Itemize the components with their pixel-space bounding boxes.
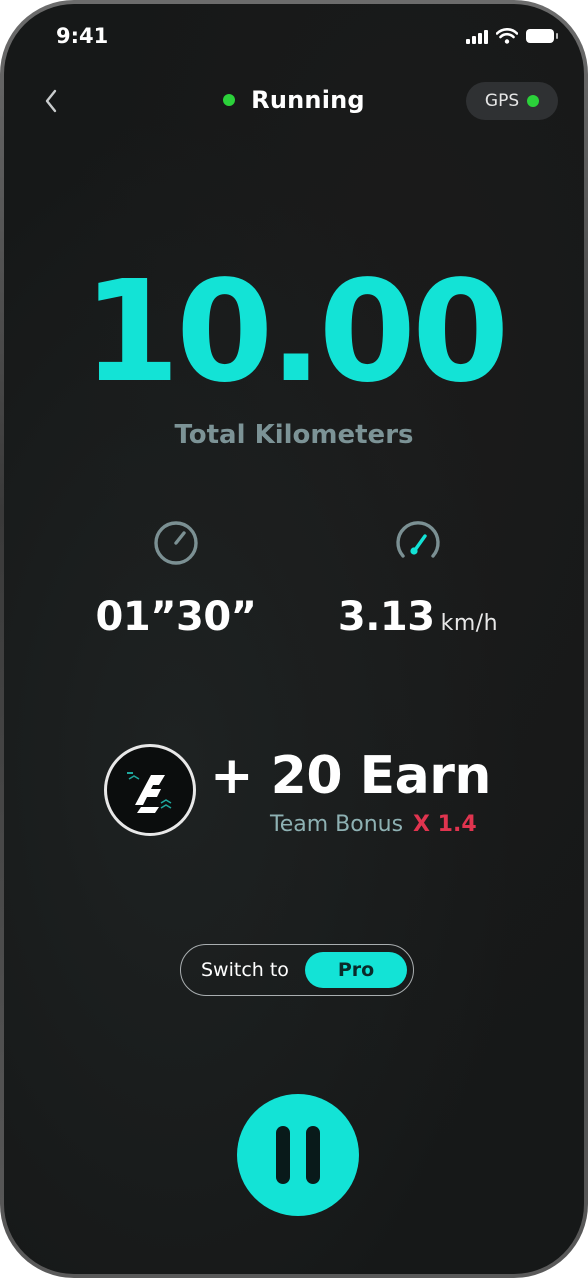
speedometer-icon [396,521,440,558]
pro-button[interactable]: Pro [305,952,407,988]
elapsed-time-value: 01”30” [95,594,257,640]
battery-icon [526,29,558,43]
phone-frame: 9:41 Running GPS 10.00 Total Kilometers … [0,0,588,1278]
switch-mode-toggle[interactable]: Switch to Pro [180,944,414,996]
team-bonus: Team Bonus X 1.4 [270,812,477,837]
team-bonus-multiplier: X 1.4 [413,812,477,837]
token-logo [104,744,196,836]
gps-status-badge[interactable]: GPS [466,82,558,120]
earn-amount: + 20 Earn [210,746,491,806]
status-time: 9:41 [56,24,109,48]
wifi-icon [496,28,518,44]
gps-label: GPS [484,91,520,111]
signal-icon [466,28,488,44]
running-status-dot [223,94,236,106]
page-title: Running [251,86,365,114]
team-logo-icon [127,772,172,813]
speed-value: 3.13 km/h [298,594,538,640]
pause-button[interactable] [237,1094,359,1216]
speed-stat: 3.13 km/h [298,518,538,640]
speed-number: 3.13 [337,594,435,640]
distance-label: Total Kilometers [174,420,414,450]
team-bonus-label: Team Bonus [270,812,404,837]
stopwatch-icon [154,521,198,565]
status-icons [466,28,558,44]
time-stat: 01”30” [56,518,296,640]
pause-icon [276,1126,290,1184]
gps-status-dot [527,95,540,107]
switch-label: Switch to [201,959,289,981]
speed-unit: km/h [440,611,499,636]
pause-icon-bar [306,1126,320,1184]
distance-value: 10.00 [82,251,510,414]
screen: 9:41 Running GPS 10.00 Total Kilometers … [4,4,584,1274]
